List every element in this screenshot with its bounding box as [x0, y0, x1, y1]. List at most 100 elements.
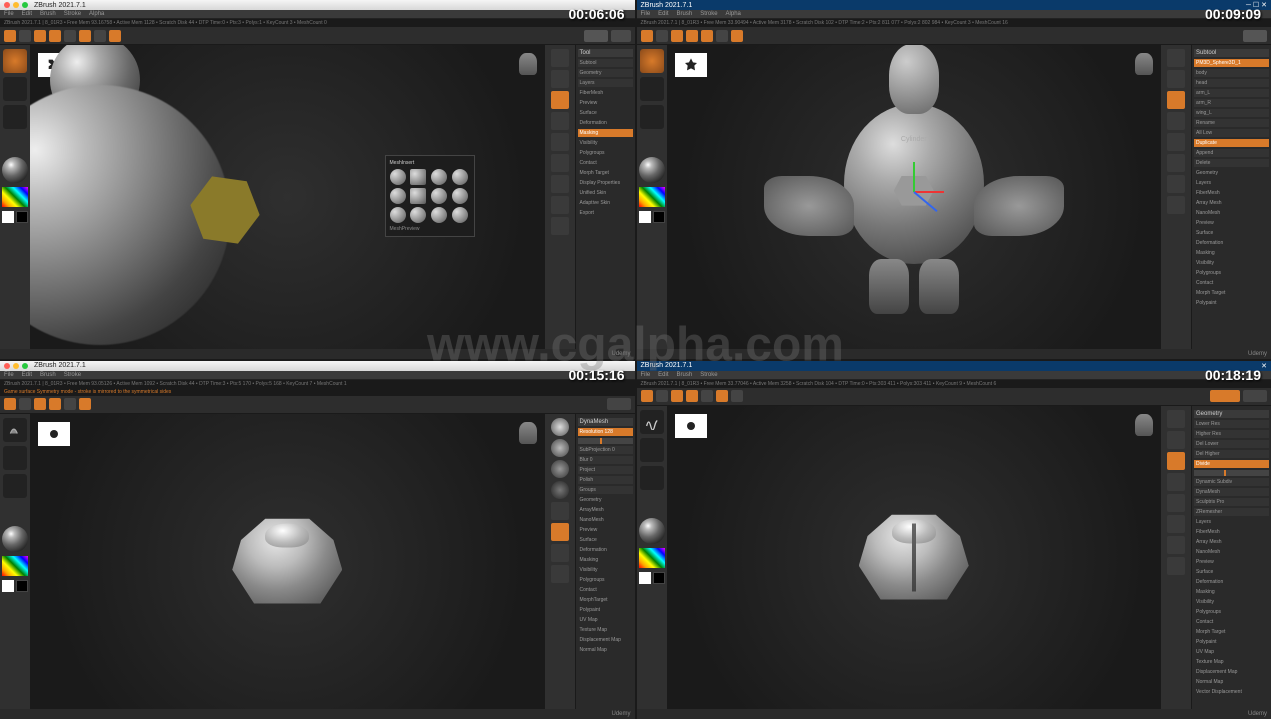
mesh-leg-left [869, 259, 909, 314]
right-shelf [545, 414, 575, 710]
primitive-cylinder-icon[interactable] [431, 169, 447, 185]
left-tray [637, 45, 667, 349]
nav-head-icon[interactable] [519, 422, 537, 444]
nav-head-icon[interactable] [1135, 53, 1153, 75]
right-shelf [545, 45, 575, 349]
left-tray [0, 45, 30, 349]
frame-icon[interactable] [551, 49, 569, 67]
menu-bar[interactable]: FileEditBrushStroke [637, 371, 1271, 380]
primitive-cone-icon[interactable] [452, 169, 468, 185]
color-picker[interactable] [2, 187, 28, 207]
app-title: ZBrush 2021.7.1 [641, 2, 693, 9]
insert-mesh-popup[interactable]: MeshInsert MeshPreview [385, 155, 475, 237]
close-icon[interactable]: ✕ [1261, 1, 1267, 9]
floor-icon[interactable] [551, 91, 569, 109]
close-icon[interactable]: ✕ [1261, 362, 1267, 370]
bottom-bar: Udemy [0, 709, 635, 719]
nav-head-icon[interactable] [1135, 414, 1153, 436]
persp-icon[interactable] [551, 70, 569, 88]
mesh-leg-right [919, 259, 959, 314]
axis-y-icon [913, 162, 915, 192]
secondary-color[interactable] [16, 211, 28, 223]
primitive-sphere-icon[interactable] [390, 169, 406, 185]
mesh-wing-right [974, 176, 1064, 236]
right-panel: Subtool PM3D_Sphere3D_1 body head arm_L … [1191, 45, 1271, 349]
timestamp: 00:09:09 [1205, 6, 1261, 22]
window-titlebar: ZBrush 2021.7.1 ✕ [637, 361, 1271, 371]
panel-top-right: 00:09:09 ZBrush 2021.7.1 ─ ☐ ✕ FileEditB… [637, 0, 1271, 359]
window-titlebar: ZBrush 2021.7.1 [0, 0, 635, 10]
menu-bar[interactable]: FileEditBrushStrokeAlpha [0, 10, 635, 19]
hint-bar: Game surface Symmetry mode - stroke is m… [0, 388, 635, 396]
color-picker[interactable] [639, 187, 665, 207]
right-panel: Tool Subtool Geometry Layers FiberMesh P… [575, 45, 635, 349]
bottom-bar: Udemy [637, 709, 1271, 719]
rotate-icon[interactable] [551, 196, 569, 214]
tool-thumbnail[interactable] [675, 414, 707, 438]
axis-x-icon [914, 191, 944, 193]
timestamp: 00:06:06 [568, 6, 624, 22]
local-icon[interactable] [551, 112, 569, 130]
top-toolbar[interactable] [637, 388, 1271, 406]
window-titlebar: ZBrush 2021.7.1 ─ ☐ ✕ [637, 0, 1271, 10]
status-bar: ZBrush 2021.7.1 | 8_01R3 • Free Mem 33.7… [637, 380, 1271, 388]
viewport[interactable]: MeshInsert MeshPreview [30, 45, 545, 349]
material-slot[interactable] [639, 157, 665, 183]
panel-bottom-left: 00:15:16 ZBrush 2021.7.1 FileEditBrushSt… [0, 361, 635, 719]
tool-thumbnail[interactable] [675, 53, 707, 77]
material-slot[interactable] [2, 157, 28, 183]
left-tray [637, 406, 667, 710]
window-titlebar: ZBrush 2021.7.1 [0, 361, 635, 371]
viewport[interactable]: Cylinder [667, 45, 1162, 349]
status-bar: ZBrush 2021.7.1 | 8_01R3 • Free Mem 93.0… [0, 380, 635, 388]
traffic-lights[interactable] [4, 2, 28, 8]
top-toolbar[interactable] [0, 27, 635, 45]
primitive-cube-icon[interactable] [410, 169, 426, 185]
transform-gizmo[interactable] [884, 161, 944, 221]
mesh-wing-left [764, 176, 854, 236]
panel-bottom-right: 00:18:19 ZBrush 2021.7.1 ✕ FileEditBrush… [637, 361, 1271, 719]
mesh-hull-detailed [859, 515, 969, 600]
resolution-slider[interactable] [578, 438, 633, 444]
top-toolbar[interactable] [0, 396, 635, 414]
right-panel: Geometry Lower Res Higher Res Del Lower … [1191, 406, 1271, 710]
edit-button[interactable] [4, 30, 16, 42]
timestamp: 00:15:16 [568, 367, 624, 383]
brush-slot[interactable] [3, 49, 27, 73]
nav-head-icon[interactable] [519, 53, 537, 75]
main-color[interactable] [2, 211, 14, 223]
left-tray [0, 414, 30, 710]
status-bar: ZBrush 2021.7.1 | 8_01R3 • Free Mem 93.1… [0, 19, 635, 27]
stroke-slot[interactable] [3, 77, 27, 101]
right-shelf [1161, 406, 1191, 710]
menu-bar[interactable]: FileEditBrushStrokeAlpha [637, 10, 1271, 19]
xyz-icon[interactable] [551, 133, 569, 151]
mesh-head [889, 45, 939, 114]
move-icon[interactable] [551, 175, 569, 193]
color-picker[interactable] [2, 556, 28, 576]
material-slot[interactable] [2, 526, 28, 552]
bpr-button[interactable] [584, 30, 608, 42]
polyframe-icon[interactable] [551, 217, 569, 235]
brush-slot[interactable] [3, 418, 27, 442]
top-toolbar[interactable] [637, 27, 1271, 45]
annotation-label: Cylinder [901, 136, 927, 143]
timestamp: 00:18:19 [1205, 367, 1261, 383]
sdiv-slider[interactable] [1194, 470, 1269, 476]
bottom-bar: Udemy [0, 349, 635, 359]
bottom-bar: Udemy [637, 349, 1271, 359]
brush-slot[interactable] [640, 49, 664, 73]
status-bar: ZBrush 2021.7.1 | 8_01R3 • Free Mem 33.9… [637, 19, 1271, 27]
material-slot[interactable] [639, 518, 665, 544]
tool-thumbnail[interactable] [38, 422, 70, 446]
brush-slot[interactable] [640, 410, 664, 434]
mesh-hull [232, 519, 342, 604]
viewport[interactable] [30, 414, 545, 710]
zoom-icon[interactable] [551, 154, 569, 172]
viewport[interactable] [667, 406, 1162, 710]
app-title: ZBrush 2021.7.1 [34, 2, 86, 9]
color-picker[interactable] [639, 548, 665, 568]
right-shelf [1161, 45, 1191, 349]
alpha-slot[interactable] [3, 105, 27, 129]
menu-bar[interactable]: FileEditBrushStroke [0, 371, 635, 380]
